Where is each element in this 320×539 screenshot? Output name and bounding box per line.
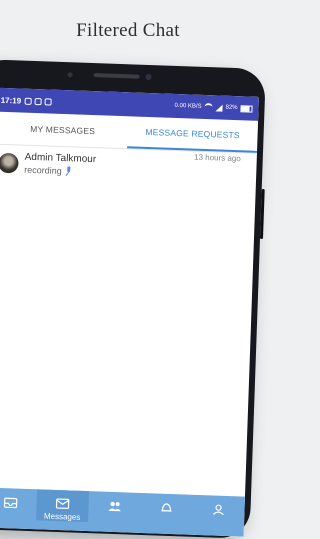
app-screen: 17:19 0.00 KB/S 82% MY MESSAGES MESSAGE … <box>0 88 259 537</box>
chat-timestamp: 13 hours ago <box>194 153 241 164</box>
network-speed: 0.00 KB/S <box>174 103 201 110</box>
phone-frame: 17:19 0.00 KB/S 82% MY MESSAGES MESSAGE … <box>0 59 266 539</box>
tab-my-messages[interactable]: MY MESSAGES <box>0 112 128 149</box>
signal-icon <box>215 104 222 111</box>
messages-icon <box>55 498 69 510</box>
avatar <box>0 153 19 174</box>
side-button <box>260 189 265 239</box>
notification-icon <box>45 98 52 105</box>
status-time: 17:19 <box>1 95 22 105</box>
notification-icon <box>35 98 42 105</box>
nav-profile[interactable] <box>192 495 245 517</box>
sensor-icon <box>68 72 73 77</box>
nav-notifications[interactable] <box>140 493 193 515</box>
nav-inbox[interactable] <box>0 488 37 510</box>
battery-icon <box>240 105 252 112</box>
battery-percent: 82% <box>225 105 237 111</box>
profile-icon <box>211 503 225 515</box>
inbox-icon <box>3 496 17 508</box>
system-indicators: 0.00 KB/S 82% <box>174 102 252 113</box>
nav-messages[interactable]: Messages <box>36 489 89 522</box>
chat-status-text: recording <box>24 165 62 176</box>
front-camera-icon <box>145 74 151 80</box>
bottom-navigation: Messages <box>0 488 245 537</box>
notifications-icon <box>159 502 173 514</box>
nav-messages-label: Messages <box>44 512 81 522</box>
group-icon <box>107 500 121 512</box>
notification-icons <box>25 97 52 105</box>
notification-icon <box>25 97 32 104</box>
chat-name: Admin Talkmour <box>24 152 96 165</box>
wifi-icon <box>204 103 212 111</box>
chat-status: recording <box>24 165 72 177</box>
promo-headline: Filtered Chat <box>0 20 256 42</box>
microphone-icon <box>64 166 72 176</box>
nav-group[interactable] <box>88 491 141 513</box>
tab-message-requests[interactable]: MESSAGE REQUESTS <box>127 116 258 153</box>
speaker-grille <box>94 73 140 79</box>
list-item[interactable]: Admin Talkmour recording 13 hours ago <box>0 145 257 198</box>
